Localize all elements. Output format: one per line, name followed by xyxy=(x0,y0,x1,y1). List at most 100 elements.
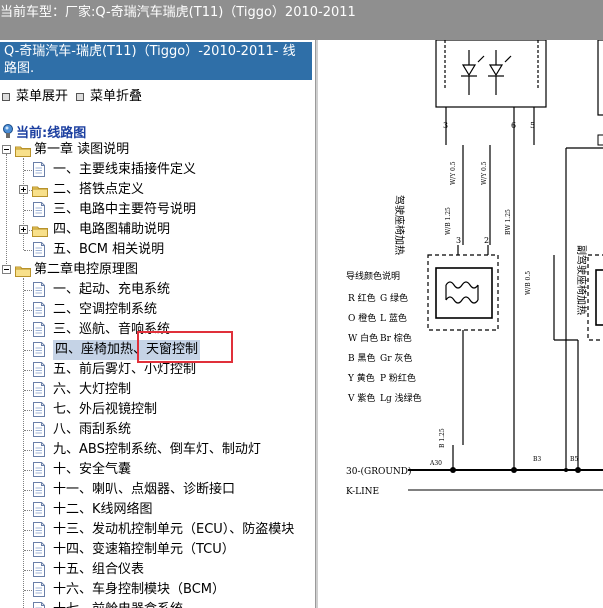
tree-item-2-6[interactable]: 六、大灯控制 xyxy=(0,380,312,400)
tree-item-2-8[interactable]: 八、雨刮系统 xyxy=(0,420,312,440)
tree-item-label: 十三、发动机控制单元（ECU）、防盗模块 xyxy=(53,522,295,537)
tree-item-label: 十六、车身控制模块（BCM） xyxy=(53,582,225,597)
tree-item-2-2[interactable]: 二、空调控制系统 xyxy=(0,300,312,320)
tree-item-1-1[interactable]: 一、主要线束插接件定义 xyxy=(0,160,312,180)
tree-item-label: 第一章 读图说明 xyxy=(34,142,130,157)
tree-item-label: 一、主要线束插接件定义 xyxy=(53,162,197,177)
document-icon xyxy=(33,282,45,297)
document-icon xyxy=(33,342,45,357)
tree-item-2-13[interactable]: 十三、发动机控制单元（ECU）、防盗模块 xyxy=(0,520,312,540)
expand-all-button[interactable]: 菜单展开 xyxy=(2,85,68,104)
tree-item-2-1[interactable]: 一、起动、充电系统 xyxy=(0,280,312,300)
document-icon xyxy=(33,522,45,537)
tree-item-label: 六、大灯控制 xyxy=(53,382,132,397)
color-legend-entry: Lg 浅绿色 xyxy=(380,392,422,404)
document-icon xyxy=(33,422,45,437)
tree-item-2-12[interactable]: 十二、K线网络图 xyxy=(0,500,312,520)
tree-item-2-15[interactable]: 十五、组合仪表 xyxy=(0,560,312,580)
tree-item-2-14[interactable]: 十四、变速箱控制单元（TCU） xyxy=(0,540,312,560)
tree-item-1-4[interactable]: 四、电路图辅助说明 xyxy=(0,220,312,240)
collapse-icon xyxy=(76,92,84,101)
document-icon xyxy=(33,202,45,217)
schematic-viewer[interactable]: 3 6 5 W/Y 0.5 W/Y 0.5 W/B 1.25 BW 1.25 W… xyxy=(318,40,603,608)
tree-item-label: 三、电路中主要符号说明 xyxy=(53,202,197,217)
color-legend-entry: G 绿色 xyxy=(380,292,408,304)
document-icon xyxy=(33,482,45,497)
vehicle-label: 当前车型： xyxy=(0,5,66,20)
collapse-node-icon[interactable] xyxy=(2,145,11,154)
expand-node-icon[interactable] xyxy=(19,185,28,194)
tree-item-label: 十二、K线网络图 xyxy=(53,502,153,517)
tree-item-2-16[interactable]: 十六、车身控制模块（BCM） xyxy=(0,580,312,600)
folder-icon xyxy=(32,224,48,237)
wire-code: W/Y 0.5 xyxy=(450,161,457,185)
tree-item-2-7[interactable]: 七、外后视镜控制 xyxy=(0,400,312,420)
expand-icon xyxy=(2,92,10,101)
color-legend-entry: L 蓝色 xyxy=(380,312,407,324)
document-icon xyxy=(33,562,45,577)
tree-item-2-5[interactable]: 五、前后雾灯、小灯控制 xyxy=(0,360,312,380)
pin-label: 3 xyxy=(456,236,461,245)
tree-item-label: 十七、前舱电器盒系统 xyxy=(53,600,183,608)
kline-bus-label: K-LINE xyxy=(346,487,379,497)
tree-item-label: 十四、变速箱控制单元（TCU） xyxy=(53,542,235,557)
document-icon xyxy=(33,502,45,517)
ground-bus-label: 30-(GROUND) xyxy=(346,466,412,477)
color-legend-entry: Br 棕色 xyxy=(380,332,412,344)
color-legend-entry: W 白色 xyxy=(348,332,378,344)
passenger-seat-heater xyxy=(587,254,603,341)
title-bar: 当前车型：厂家:Q-奇瑞汽车瑞虎(T11)（Tiggo）2010-2011 xyxy=(0,0,603,40)
driver-seat-heater xyxy=(427,254,499,331)
wiring-diagram: 3 6 5 W/Y 0.5 W/Y 0.5 W/B 1.25 BW 1.25 W… xyxy=(346,40,603,497)
document-icon xyxy=(33,582,45,597)
color-legend-entry: R 红色 xyxy=(348,292,376,304)
pin-label: 2 xyxy=(484,236,489,245)
tree-item-2-9[interactable]: 九、ABS控制系统、倒车灯、制动灯 xyxy=(0,440,312,460)
collapse-all-button[interactable]: 菜单折叠 xyxy=(76,85,142,104)
ground-code: B3 xyxy=(533,456,541,463)
folder-icon xyxy=(15,264,31,277)
highlight-box xyxy=(137,331,233,363)
tree-item-label: 十五、组合仪表 xyxy=(53,562,145,577)
tree-item-label: 八、雨刮系统 xyxy=(53,422,132,437)
wire-code: W/B 1.25 xyxy=(445,207,452,235)
document-icon xyxy=(33,162,45,177)
document-icon xyxy=(33,402,45,417)
tree-item-label: 十、安全气囊 xyxy=(53,462,132,477)
tree-item-1-5[interactable]: 五、BCM 相关说明 xyxy=(0,240,312,260)
tree-chapter-2[interactable]: 第二章电控原理图 xyxy=(0,260,312,280)
expand-node-icon[interactable] xyxy=(19,225,28,234)
tree-item-label: 二、搭铁点定义 xyxy=(53,182,145,197)
location-icon xyxy=(3,124,13,138)
tree-item-1-3[interactable]: 三、电路中主要符号说明 xyxy=(0,200,312,220)
document-icon xyxy=(33,602,45,608)
tree-item-label: 五、前后雾灯、小灯控制 xyxy=(53,362,197,377)
folder-icon xyxy=(15,144,31,157)
tree-item-1-2[interactable]: 二、搭铁点定义 xyxy=(0,180,312,200)
collapse-node-icon[interactable] xyxy=(2,265,11,274)
tree-item-label: 五、BCM 相关说明 xyxy=(53,242,165,257)
document-icon xyxy=(33,322,45,337)
tree-item-label: 二、空调控制系统 xyxy=(53,302,158,317)
wire-code: BW 1.25 xyxy=(505,209,512,235)
folder-icon xyxy=(32,184,48,197)
tree-item-2-11[interactable]: 十一、喇叭、点烟器、诊断接口 xyxy=(0,480,312,500)
color-legend-entry: Gr 灰色 xyxy=(380,352,412,364)
tree-item-label: 一、起动、充电系统 xyxy=(53,282,171,297)
color-legend-entry: V 紫色 xyxy=(347,392,375,404)
document-icon xyxy=(33,442,45,457)
document-icon xyxy=(33,362,45,377)
tree-item-2-10[interactable]: 十、安全气囊 xyxy=(0,460,312,480)
color-legend-title: 导线颜色说明 xyxy=(346,270,400,282)
document-icon xyxy=(33,462,45,477)
color-legend-entry: Y 黄色 xyxy=(347,372,375,384)
navigation-pane: Q-奇瑞汽车-瑞虎(T11)（Tiggo）-2010-2011- 线路图. 菜单… xyxy=(0,40,315,608)
tree-item-label: 四、电路图辅助说明 xyxy=(53,222,171,237)
tree-chapter-1[interactable]: 第一章 读图说明 xyxy=(0,140,312,160)
color-legend-entry: P 粉红色 xyxy=(380,372,416,384)
ground-code: A30 xyxy=(429,460,442,467)
tree-item-2-17[interactable]: 十七、前舱电器盒系统 xyxy=(0,600,312,608)
document-icon xyxy=(33,382,45,397)
led-module xyxy=(435,40,547,108)
vehicle-name: 厂家:Q-奇瑞汽车瑞虎(T11)（Tiggo）2010-2011 xyxy=(65,5,356,20)
